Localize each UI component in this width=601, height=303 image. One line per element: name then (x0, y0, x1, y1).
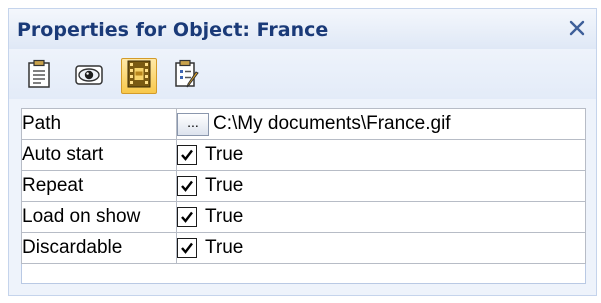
auto-start-checkbox[interactable] (177, 144, 197, 165)
property-value-cell: True (176, 232, 586, 264)
tab-media[interactable] (121, 58, 157, 94)
repeat-checkbox[interactable] (177, 175, 197, 196)
table-row: Path ... C:\My documents\France.gif (21, 108, 586, 140)
panel-title: Properties for Object: France (17, 19, 329, 41)
property-value-cell: True (176, 170, 586, 202)
checkbox-label: True (205, 236, 244, 258)
property-grid: Path ... C:\My documents\France.gif Auto … (21, 108, 586, 284)
checkbox-label: True (205, 143, 244, 165)
property-value-cell: True (176, 201, 586, 233)
tab-general[interactable] (21, 58, 57, 94)
properties-panel: Properties for Object: France Path ... C… (8, 8, 597, 296)
property-name: Discardable (21, 232, 177, 264)
tab-script[interactable] (169, 58, 205, 94)
eye-icon (74, 60, 104, 92)
table-row: Load on show True (21, 201, 586, 233)
property-name: Repeat (21, 170, 177, 202)
checkbox-label: True (205, 205, 244, 227)
clipboard-edit-icon (173, 59, 201, 93)
close-icon[interactable] (566, 17, 588, 39)
browse-button[interactable]: ... (177, 112, 209, 136)
property-name: Auto start (21, 139, 177, 171)
load-on-show-checkbox[interactable] (177, 206, 197, 227)
property-name: Path (21, 108, 177, 140)
table-row: Discardable True (21, 232, 586, 264)
table-row: Auto start True (21, 139, 586, 171)
discardable-checkbox[interactable] (177, 237, 197, 258)
property-name: Load on show (21, 201, 177, 233)
path-value[interactable]: C:\My documents\France.gif (213, 113, 451, 134)
property-tabs-toolbar (9, 49, 596, 99)
checkbox-label: True (205, 174, 244, 196)
panel-titlebar: Properties for Object: France (9, 9, 596, 49)
clipboard-icon (26, 59, 52, 93)
property-value-cell[interactable]: ... C:\My documents\France.gif (176, 108, 586, 140)
tab-appearance[interactable] (71, 58, 107, 94)
property-value-cell: True (176, 139, 586, 171)
film-gif-icon (126, 59, 152, 93)
table-row: Repeat True (21, 170, 586, 202)
